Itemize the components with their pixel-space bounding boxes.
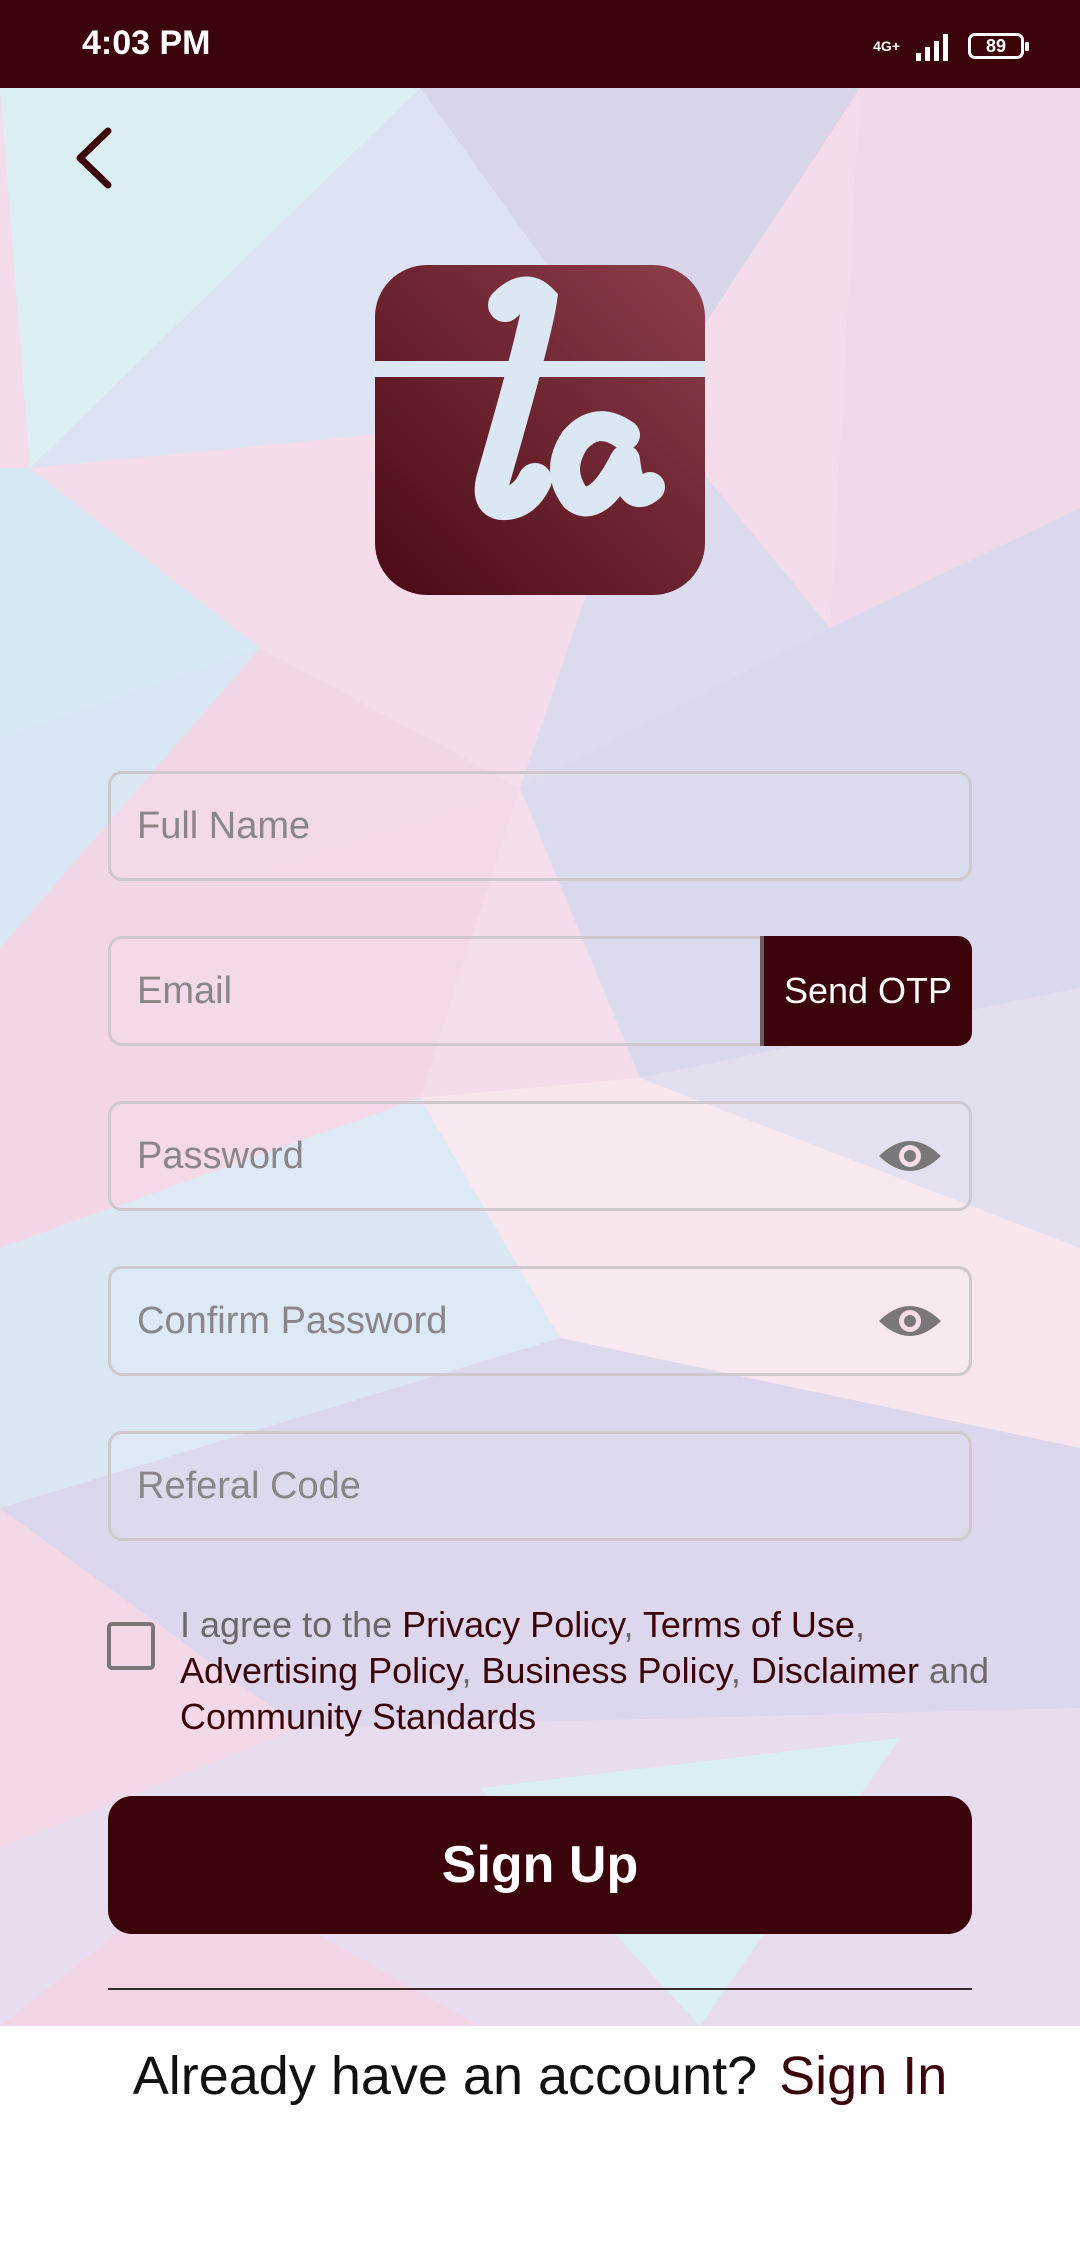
agree-checkbox[interactable] <box>107 1622 155 1670</box>
referral-code-placeholder: Referal Code <box>137 1465 361 1507</box>
sign-in-link[interactable]: Sign In <box>779 2046 947 2106</box>
divider <box>108 1988 972 1990</box>
signal-icon <box>916 34 948 61</box>
agree-and: and <box>918 1650 990 1691</box>
agree-prefix: I agree to the <box>180 1604 403 1645</box>
sign-up-button[interactable]: Sign Up <box>108 1796 972 1934</box>
email-field[interactable]: Email Send OTP <box>108 936 972 1046</box>
battery-icon: 89 <box>968 33 1029 59</box>
agree-sep: , <box>623 1604 643 1645</box>
sign-in-prompt: Already have an account? <box>132 2046 758 2106</box>
agree-sep: , <box>461 1650 482 1691</box>
confirm-password-placeholder: Confirm Password <box>137 1300 448 1342</box>
confirm-password-field[interactable]: Confirm Password <box>108 1266 972 1376</box>
business-policy-link[interactable]: Business Policy <box>481 1650 730 1691</box>
eye-icon[interactable] <box>877 1299 943 1343</box>
privacy-policy-link[interactable]: Privacy Policy <box>402 1604 623 1645</box>
agreement-text: I agree to the Privacy Policy, Terms of … <box>180 1602 1000 1740</box>
eye-icon[interactable] <box>877 1134 943 1178</box>
password-field[interactable]: Password <box>108 1101 972 1211</box>
status-time: 4:03 PM <box>82 24 211 62</box>
battery-level: 89 <box>985 36 1007 56</box>
agree-sep: , <box>854 1604 865 1645</box>
community-standards-link[interactable]: Community Standards <box>180 1696 536 1737</box>
referral-code-field[interactable]: Referal Code <box>108 1431 972 1541</box>
network-type: 4G+ <box>873 38 900 54</box>
full-name-field[interactable]: Full Name <box>108 771 972 881</box>
email-placeholder: Email <box>137 970 233 1012</box>
send-otp-button[interactable]: Send OTP <box>760 936 972 1046</box>
status-bar: 4:03 PM 4G+ 89 <box>0 0 1080 88</box>
full-name-placeholder: Full Name <box>137 805 311 847</box>
terms-of-use-link[interactable]: Terms of Use <box>643 1604 855 1645</box>
password-placeholder: Password <box>137 1135 304 1177</box>
ta-logo <box>375 265 705 595</box>
status-icons: 4G+ 89 <box>873 26 1029 66</box>
advertising-policy-link[interactable]: Advertising Policy <box>180 1650 461 1691</box>
sign-in-row: Already have an account? Sign In <box>0 2026 1080 2126</box>
back-arrow-icon[interactable] <box>70 125 120 191</box>
agree-sep: , <box>730 1650 751 1691</box>
disclaimer-link[interactable]: Disclaimer <box>751 1650 919 1691</box>
